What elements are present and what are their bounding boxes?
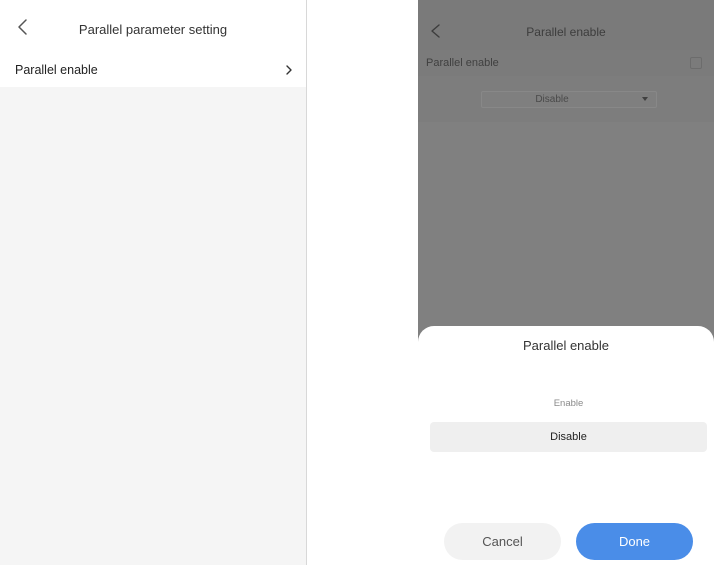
chevron-right-icon [286, 65, 292, 75]
left-screen: Parallel parameter setting Parallel enab… [0, 0, 306, 565]
page-title: Parallel enable [526, 25, 606, 39]
sheet-title: Parallel enable [522, 338, 609, 353]
parallel-enable-row: Parallel enable [418, 50, 714, 76]
row-label: Parallel enable [426, 57, 499, 69]
page-title: Parallel parameter setting [78, 22, 228, 37]
back-chevron-icon[interactable] [428, 23, 444, 39]
bottom-sheet: Parallel enable Enable Disable Cancel Do… [418, 326, 714, 565]
divider [306, 0, 307, 565]
header: Parallel enable [418, 0, 714, 50]
settings-item-label: Parallel enable [15, 63, 98, 77]
cancel-button[interactable]: Cancel [444, 523, 561, 560]
picker-option-disable[interactable]: Disable [430, 422, 707, 452]
back-chevron-icon[interactable] [14, 18, 32, 36]
checkbox[interactable] [690, 57, 702, 69]
parallel-enable-select[interactable]: Disable [481, 91, 657, 108]
header: Parallel parameter setting [0, 0, 306, 54]
settings-item-parallel-enable[interactable]: Parallel enable [0, 54, 306, 87]
select-value: Disable [535, 94, 569, 105]
done-button[interactable]: Done [576, 523, 693, 560]
picker-option-enable[interactable]: Enable [430, 394, 707, 414]
right-screen: Parallel enable Parallel enable Disable … [418, 0, 714, 565]
dropdown-arrow-icon [642, 97, 648, 101]
select-row: Disable [418, 76, 714, 122]
